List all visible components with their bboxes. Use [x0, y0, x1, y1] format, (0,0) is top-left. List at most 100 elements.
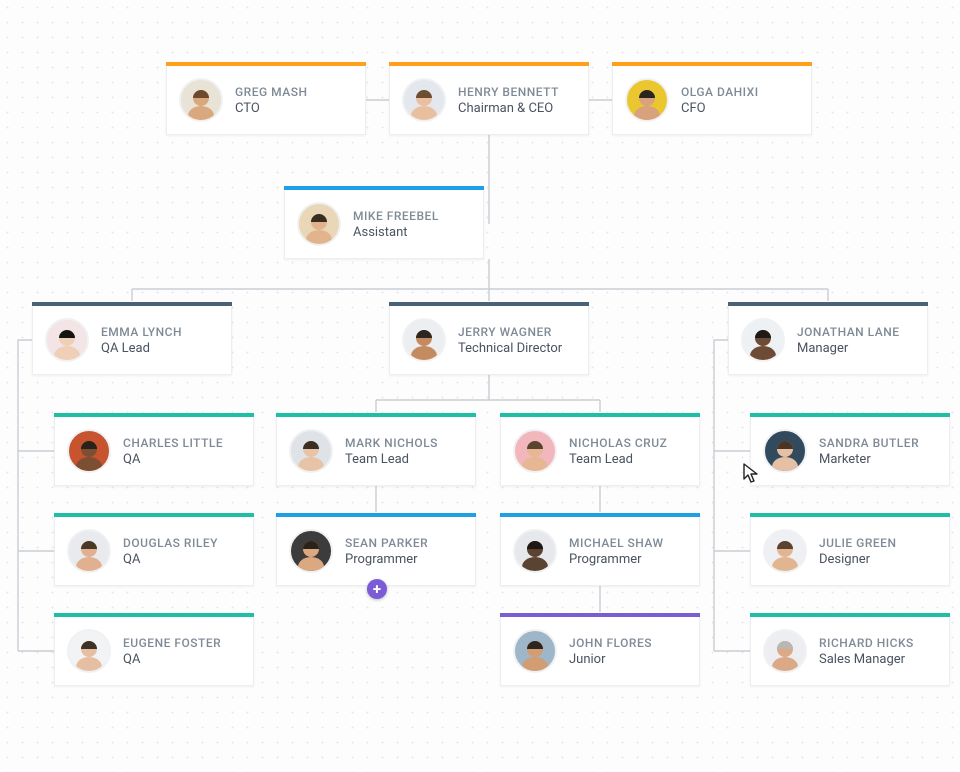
avatar: [67, 629, 111, 673]
card-meta: EUGENE FOSTER QA: [123, 636, 221, 667]
org-card-michael[interactable]: MICHAEL SHAW Programmer: [500, 516, 700, 586]
person-icon: [293, 435, 329, 471]
org-card-emma[interactable]: EMMA LYNCH QA Lead: [32, 305, 232, 375]
person-name: MICHAEL SHAW: [569, 536, 664, 550]
person-title: Junior: [569, 652, 652, 667]
person-name: MARK NICHOLS: [345, 436, 438, 450]
org-card-mark[interactable]: MARK NICHOLS Team Lead: [276, 416, 476, 486]
person-icon: [767, 635, 803, 671]
person-title: Sales Manager: [819, 652, 914, 667]
card-meta: MARK NICHOLS Team Lead: [345, 436, 438, 467]
org-card-jonathan[interactable]: JONATHAN LANE Manager: [728, 305, 928, 375]
person-icon: [517, 635, 553, 671]
org-card-eugene[interactable]: EUGENE FOSTER QA: [54, 616, 254, 686]
person-title: CFO: [681, 101, 759, 116]
org-card-greg[interactable]: GREG MASH CTO: [166, 65, 366, 135]
card-meta: GREG MASH CTO: [235, 85, 308, 116]
card-meta: JULIE GREEN Designer: [819, 536, 896, 567]
person-name: SANDRA BUTLER: [819, 436, 919, 450]
person-title: QA: [123, 552, 218, 567]
avatar: [289, 429, 333, 473]
person-title: Programmer: [345, 552, 428, 567]
avatar: [45, 318, 89, 362]
org-card-olga[interactable]: OLGA DAHIXI CFO: [612, 65, 812, 135]
org-card-henry[interactable]: HENRY BENNETT Chairman & CEO: [389, 65, 589, 135]
person-title: Manager: [797, 341, 900, 356]
person-name: RICHARD HICKS: [819, 636, 914, 650]
person-icon: [406, 324, 442, 360]
person-icon: [517, 535, 553, 571]
card-meta: SEAN PARKER Programmer: [345, 536, 428, 567]
org-card-richard[interactable]: RICHARD HICKS Sales Manager: [750, 616, 950, 686]
person-title: QA Lead: [101, 341, 182, 356]
avatar: [763, 429, 807, 473]
avatar: [179, 78, 223, 122]
person-name: OLGA DAHIXI: [681, 85, 759, 99]
avatar: [67, 429, 111, 473]
person-name: CHARLES LITTLE: [123, 436, 223, 450]
person-icon: [629, 84, 665, 120]
avatar: [297, 202, 341, 246]
card-meta: NICHOLAS CRUZ Team Lead: [569, 436, 667, 467]
person-name: JOHN FLORES: [569, 636, 652, 650]
avatar: [513, 629, 557, 673]
avatar: [513, 429, 557, 473]
person-title: Designer: [819, 552, 896, 567]
org-card-nicholas[interactable]: NICHOLAS CRUZ Team Lead: [500, 416, 700, 486]
person-title: Chairman & CEO: [458, 101, 559, 116]
person-title: Programmer: [569, 552, 664, 567]
org-card-sandra[interactable]: SANDRA BUTLER Marketer: [750, 416, 950, 486]
avatar: [67, 529, 111, 573]
person-name: DOUGLAS RILEY: [123, 536, 218, 550]
org-card-charles[interactable]: CHARLES LITTLE QA: [54, 416, 254, 486]
person-title: Team Lead: [569, 452, 667, 467]
person-icon: [183, 84, 219, 120]
person-name: JONATHAN LANE: [797, 325, 900, 339]
card-meta: HENRY BENNETT Chairman & CEO: [458, 85, 559, 116]
person-name: NICHOLAS CRUZ: [569, 436, 667, 450]
person-title: QA: [123, 452, 223, 467]
avatar: [402, 318, 446, 362]
card-meta: OLGA DAHIXI CFO: [681, 85, 759, 116]
card-meta: JONATHAN LANE Manager: [797, 325, 900, 356]
card-meta: EMMA LYNCH QA Lead: [101, 325, 182, 356]
person-icon: [293, 535, 329, 571]
card-meta: MIKE FREEBEL Assistant: [353, 209, 439, 240]
org-card-julie[interactable]: JULIE GREEN Designer: [750, 516, 950, 586]
card-meta: JERRY WAGNER Technical Director: [458, 325, 562, 356]
person-name: MIKE FREEBEL: [353, 209, 439, 223]
avatar: [763, 529, 807, 573]
avatar: [741, 318, 785, 362]
person-name: SEAN PARKER: [345, 536, 428, 550]
card-meta: RICHARD HICKS Sales Manager: [819, 636, 914, 667]
person-icon: [49, 324, 85, 360]
card-meta: MICHAEL SHAW Programmer: [569, 536, 664, 567]
person-icon: [767, 435, 803, 471]
card-meta: CHARLES LITTLE QA: [123, 436, 223, 467]
person-name: JERRY WAGNER: [458, 325, 562, 339]
person-title: Technical Director: [458, 341, 562, 356]
card-meta: DOUGLAS RILEY QA: [123, 536, 218, 567]
avatar: [402, 78, 446, 122]
person-name: GREG MASH: [235, 85, 308, 99]
org-chart-canvas[interactable]: GREG MASH CTO HENRY BENNETT Chairman & C…: [0, 0, 960, 772]
org-card-jerry[interactable]: JERRY WAGNER Technical Director: [389, 305, 589, 375]
person-icon: [71, 635, 107, 671]
avatar: [289, 529, 333, 573]
person-icon: [301, 208, 337, 244]
add-child-button[interactable]: +: [367, 579, 387, 599]
org-card-mike[interactable]: MIKE FREEBEL Assistant: [284, 189, 484, 259]
org-card-john[interactable]: JOHN FLORES Junior: [500, 616, 700, 686]
person-icon: [71, 435, 107, 471]
person-title: QA: [123, 652, 221, 667]
avatar: [625, 78, 669, 122]
org-card-sean[interactable]: SEAN PARKER Programmer: [276, 516, 476, 586]
person-icon: [71, 535, 107, 571]
person-title: Marketer: [819, 452, 919, 467]
person-name: EMMA LYNCH: [101, 325, 182, 339]
person-icon: [745, 324, 781, 360]
person-icon: [767, 535, 803, 571]
org-card-douglas[interactable]: DOUGLAS RILEY QA: [54, 516, 254, 586]
avatar: [763, 629, 807, 673]
person-title: CTO: [235, 101, 308, 116]
